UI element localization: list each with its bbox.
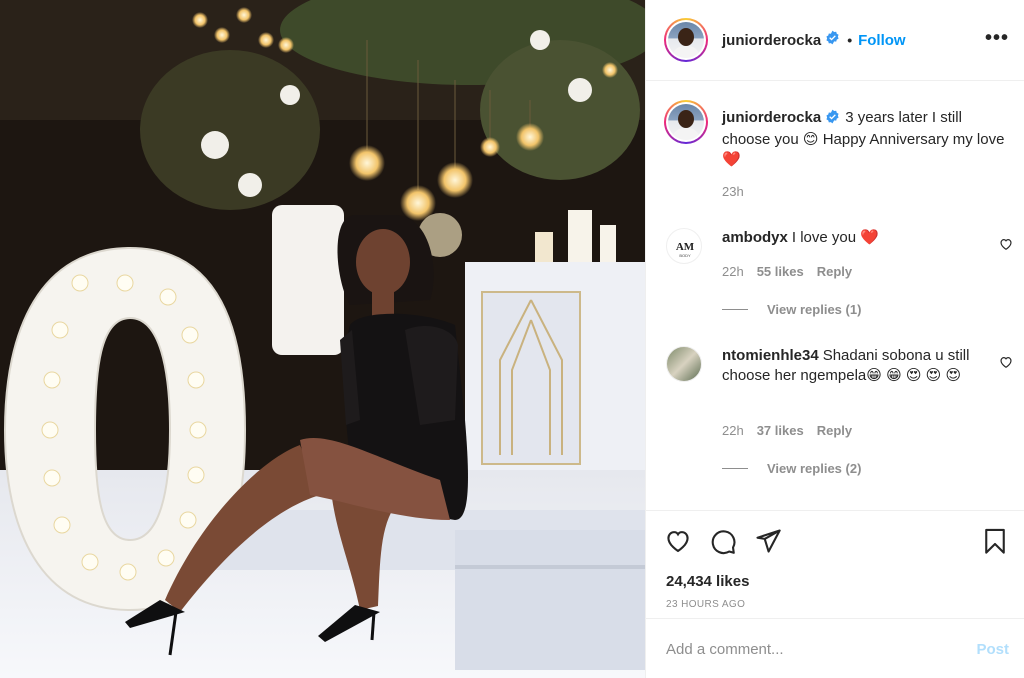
photo-scene <box>0 0 645 678</box>
caption-meta: 23h <box>722 184 744 199</box>
header-separator: • <box>847 32 853 48</box>
author-avatar[interactable] <box>664 18 708 62</box>
caption-username[interactable]: juniorderocka <box>722 109 821 126</box>
likes-count[interactable]: 24,434 likes <box>666 573 749 590</box>
author-username[interactable]: juniorderocka <box>722 32 821 49</box>
share-icon[interactable] <box>754 527 782 555</box>
comment-time[interactable]: 22h <box>722 264 744 279</box>
more-options-icon[interactable]: ••• <box>985 28 1009 48</box>
post-header: juniorderocka • Follow ••• <box>646 0 1024 81</box>
verified-badge-icon <box>825 109 840 130</box>
post-actions: 24,434 likes 23 HOURS AGO <box>646 510 1024 618</box>
view-replies-line <box>722 468 748 469</box>
view-replies-button[interactable]: View replies (2) <box>722 461 861 476</box>
view-replies-line <box>722 309 748 310</box>
avatar-logo-text: AM <box>676 241 695 253</box>
comment-text: I love you ❤️ <box>791 229 879 246</box>
comment-username[interactable]: ntomienhle34 <box>722 347 819 364</box>
comment-time[interactable]: 22h <box>722 423 744 438</box>
comment-avatar[interactable] <box>666 346 702 382</box>
bookmark-icon[interactable] <box>981 527 1009 555</box>
view-replies-button[interactable]: View replies (1) <box>722 302 861 317</box>
comment-meta: 22h 37 likes Reply <box>722 423 852 438</box>
comment-icon[interactable] <box>709 527 737 555</box>
view-replies-label: View replies (1) <box>767 302 862 317</box>
svg-text:BODY: BODY <box>679 253 691 258</box>
caption-time[interactable]: 23h <box>722 184 744 199</box>
post-timestamp[interactable]: 23 HOURS AGO <box>666 599 745 610</box>
post-comment-button[interactable]: Post <box>976 641 1009 658</box>
view-replies-label: View replies (2) <box>767 461 862 476</box>
comment-avatar[interactable]: AM BODY <box>666 228 702 264</box>
author-info: juniorderocka • Follow <box>722 30 906 50</box>
comment-like-heart-icon[interactable] <box>999 355 1013 369</box>
heart-icon[interactable] <box>664 527 692 555</box>
comment-username[interactable]: ambodyx <box>722 229 788 246</box>
comment-likes[interactable]: 55 likes <box>757 264 804 279</box>
comment-likes[interactable]: 37 likes <box>757 423 804 438</box>
add-comment-input[interactable] <box>666 637 956 661</box>
comment-body: ntomienhle34 Shadani sobona u still choos… <box>722 346 1012 386</box>
post-side-panel: juniorderocka • Follow ••• juniorderocka… <box>645 0 1024 678</box>
caption: juniorderocka 3 years later I still choos… <box>722 108 1012 170</box>
verified-badge-icon <box>825 30 840 50</box>
comment-body: ambodyx I love you ❤️ <box>722 228 1012 248</box>
reply-button[interactable]: Reply <box>817 264 852 279</box>
post-photo[interactable] <box>0 0 645 678</box>
follow-button[interactable]: Follow <box>858 32 906 49</box>
caption-avatar[interactable] <box>664 100 708 144</box>
comments-section[interactable]: juniorderocka 3 years later I still choos… <box>646 82 1024 510</box>
reply-button[interactable]: Reply <box>817 423 852 438</box>
comment-meta: 22h 55 likes Reply <box>722 264 852 279</box>
comment-like-heart-icon[interactable] <box>999 237 1013 251</box>
add-comment-bar: Post <box>646 618 1024 678</box>
